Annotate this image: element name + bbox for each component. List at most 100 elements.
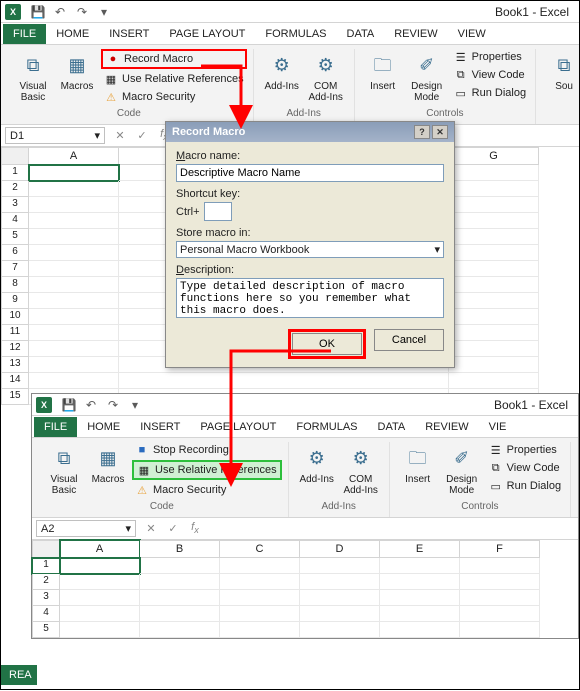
tab-home[interactable]: HOME: [77, 417, 130, 437]
insert-control-button[interactable]: 🗀Insert: [361, 49, 405, 94]
cell[interactable]: [29, 165, 119, 181]
cell[interactable]: [220, 590, 300, 606]
row-header[interactable]: 5: [32, 622, 60, 638]
view-code-button[interactable]: ⧉View Code: [486, 460, 564, 476]
cell[interactable]: [29, 245, 119, 261]
cell[interactable]: [140, 606, 220, 622]
row-header[interactable]: 15: [1, 389, 29, 405]
cell[interactable]: [300, 590, 380, 606]
cell[interactable]: [29, 261, 119, 277]
cell[interactable]: [380, 606, 460, 622]
use-relative-refs-button[interactable]: ▦Use Relative References: [101, 71, 247, 87]
cell[interactable]: [449, 341, 539, 357]
row-header[interactable]: 9: [1, 293, 29, 309]
cell[interactable]: [449, 293, 539, 309]
name-box[interactable]: D1▾: [5, 127, 105, 144]
row-header[interactable]: 10: [1, 309, 29, 325]
cell[interactable]: [29, 357, 119, 373]
tab-file[interactable]: FILE: [34, 417, 77, 437]
cell[interactable]: [449, 197, 539, 213]
cell[interactable]: [380, 574, 460, 590]
cell[interactable]: [460, 590, 540, 606]
help-icon[interactable]: ?: [414, 125, 430, 139]
redo-icon[interactable]: ↷: [104, 396, 122, 414]
cell[interactable]: [460, 558, 540, 574]
customize-qat-icon[interactable]: ▾: [126, 396, 144, 414]
properties-button[interactable]: ☰Properties: [451, 49, 529, 65]
com-addins-button[interactable]: ⚙COM Add-Ins: [304, 49, 348, 105]
cell[interactable]: [449, 277, 539, 293]
cell[interactable]: [29, 373, 119, 389]
fx-cancel-icon[interactable]: ✕: [142, 520, 160, 538]
tab-formulas[interactable]: FORMULAS: [286, 417, 367, 437]
shortcut-key-input[interactable]: [204, 202, 232, 221]
cell[interactable]: [300, 574, 380, 590]
cell[interactable]: [300, 606, 380, 622]
tab-view[interactable]: VIE: [479, 417, 517, 437]
cell[interactable]: [449, 181, 539, 197]
fx-icon[interactable]: fx: [186, 520, 204, 538]
view-code-button[interactable]: ⧉View Code: [451, 67, 529, 83]
row-header[interactable]: 4: [32, 606, 60, 622]
tab-insert[interactable]: INSERT: [99, 24, 159, 44]
cell[interactable]: [380, 622, 460, 638]
cell[interactable]: [460, 574, 540, 590]
tab-home[interactable]: HOME: [46, 24, 99, 44]
run-dialog-button[interactable]: ▭Run Dialog: [451, 85, 529, 101]
cell[interactable]: [29, 341, 119, 357]
record-macro-button[interactable]: ●Record Macro: [101, 49, 247, 69]
cell[interactable]: [60, 558, 140, 574]
use-relative-refs-button[interactable]: ▦Use Relative References: [132, 460, 282, 480]
col-header[interactable]: C: [220, 540, 300, 558]
stop-recording-button[interactable]: ■Stop Recording: [132, 442, 282, 458]
row-header[interactable]: 8: [1, 277, 29, 293]
cell[interactable]: [220, 574, 300, 590]
cell[interactable]: [449, 373, 539, 389]
row-header[interactable]: 1: [32, 558, 60, 574]
tab-formulas[interactable]: FORMULAS: [255, 24, 336, 44]
cell[interactable]: [460, 606, 540, 622]
row-header[interactable]: 5: [1, 229, 29, 245]
properties-button[interactable]: ☰Properties: [486, 442, 564, 458]
cell[interactable]: [60, 574, 140, 590]
col-header[interactable]: A: [29, 147, 119, 165]
row-header[interactable]: 12: [1, 341, 29, 357]
cell[interactable]: [220, 606, 300, 622]
row-header[interactable]: 2: [1, 181, 29, 197]
cell[interactable]: [29, 181, 119, 197]
addins-button[interactable]: ⚙Add-Ins: [260, 49, 304, 94]
cell[interactable]: [449, 245, 539, 261]
macro-name-input[interactable]: [176, 164, 444, 182]
col-header[interactable]: A: [60, 540, 140, 558]
cell[interactable]: [29, 277, 119, 293]
cell[interactable]: [460, 622, 540, 638]
row-header[interactable]: 7: [1, 261, 29, 277]
cell[interactable]: [140, 622, 220, 638]
source-button[interactable]: ⧉Sou: [542, 49, 580, 94]
cell[interactable]: [220, 558, 300, 574]
row-header[interactable]: 13: [1, 357, 29, 373]
visual-basic-button[interactable]: ⧉Visual Basic: [42, 442, 86, 498]
customize-qat-icon[interactable]: ▾: [95, 3, 113, 21]
dialog-titlebar[interactable]: Record Macro ?✕: [166, 122, 454, 142]
tab-review[interactable]: REVIEW: [415, 417, 478, 437]
fx-enter-icon[interactable]: ✓: [133, 127, 151, 145]
cell[interactable]: [60, 622, 140, 638]
tab-review[interactable]: REVIEW: [384, 24, 447, 44]
row-header[interactable]: 4: [1, 213, 29, 229]
run-dialog-button[interactable]: ▭Run Dialog: [486, 478, 564, 494]
cell[interactable]: [29, 229, 119, 245]
cell[interactable]: [29, 309, 119, 325]
cell[interactable]: [29, 213, 119, 229]
store-in-select[interactable]: Personal Macro Workbook▾: [176, 241, 444, 258]
design-mode-button[interactable]: ✐Design Mode: [405, 49, 449, 105]
row-header[interactable]: 14: [1, 373, 29, 389]
cell[interactable]: [220, 622, 300, 638]
tab-insert[interactable]: INSERT: [130, 417, 190, 437]
row-header[interactable]: 3: [1, 197, 29, 213]
tab-data[interactable]: DATA: [337, 24, 385, 44]
cell[interactable]: [449, 229, 539, 245]
tab-pagelayout[interactable]: PAGE LAYOUT: [159, 24, 255, 44]
cell[interactable]: [140, 590, 220, 606]
tab-file[interactable]: FILE: [3, 24, 46, 44]
